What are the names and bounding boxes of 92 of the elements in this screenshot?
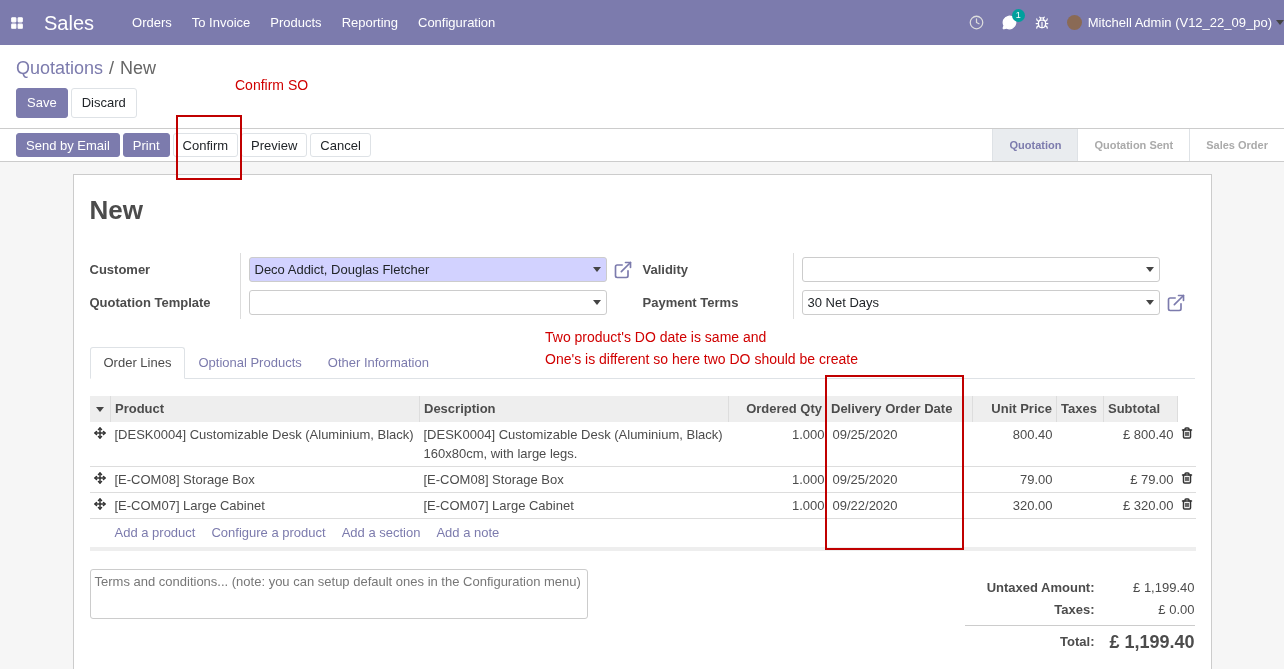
table-cell: [DESK0004] Customizable Desk (Aluminium, Black) [110,422,420,467]
form-tab[interactable]: Order Lines [89,347,186,379]
caret-icon [1145,267,1154,272]
menu-item[interactable]: Products [270,12,322,33]
select-field[interactable]: Deco Addict, Douglas Fletcher [248,257,607,282]
column-header[interactable]: Unit Price [972,396,1057,422]
action-button[interactable]: Send by Email [16,133,120,157]
annotation-text: One's is different so here two DO should be create [545,350,858,369]
action-button[interactable]: Cancel [310,133,371,157]
add-line-link[interactable]: Add a section [341,523,421,543]
form-button[interactable]: Discard [70,88,137,118]
form-title: New [89,194,144,225]
select-field[interactable] [248,290,607,315]
menu-item[interactable]: Orders [132,12,172,33]
external-link-icon[interactable] [1165,292,1186,313]
field-label: Quotation Template [89,293,212,312]
field-label: Customer [89,260,152,279]
menu-item[interactable]: Reporting [341,12,398,33]
annotation-text: Confirm SO [235,76,309,95]
column-header[interactable]: Taxes [1056,396,1104,422]
add-line-link[interactable]: Add a note [436,523,500,543]
column-header[interactable]: Subtotal [1103,396,1178,422]
message-count-badge: 1 [1011,9,1025,22]
action-button[interactable]: Confirm [172,133,239,157]
menu-item[interactable]: Configuration [418,12,496,33]
total-value: £ 0.00 [1157,600,1195,619]
caret-icon [95,406,104,412]
delete-icon[interactable] [1180,498,1193,510]
form-tab[interactable]: Optional Products [185,347,315,378]
action-button[interactable]: Print [122,133,170,157]
drag-handle-icon[interactable] [94,472,106,484]
select-value: Deco Addict, Douglas Fletcher [254,260,431,279]
table-cell: [E-COM08] Storage Box [110,466,420,493]
delete-icon[interactable] [1180,472,1193,484]
terms-field[interactable]: Terms and conditions... (note: you can setup default ones in the Configuration menu) [89,568,588,619]
total-label: Total: [1059,633,1095,652]
add-line-link[interactable]: Add a product [114,523,196,543]
external-link-icon[interactable] [612,259,633,280]
breadcrumb-current: New [120,57,157,80]
form-button[interactable]: Save [16,88,68,118]
action-button[interactable]: Preview [241,133,308,157]
column-header[interactable]: Ordered Qty [728,396,827,422]
caret-icon [592,267,601,272]
table-cell: 800.40 [972,422,1057,467]
select-value: 30 Net Days [807,293,881,312]
add-line-link[interactable]: Configure a product [211,523,326,543]
activity-clock-icon[interactable] [968,15,984,30]
status-stage[interactable]: Quotation [992,129,1078,161]
drag-handle-icon[interactable] [94,427,106,439]
table-cell: 1.000 [728,422,827,467]
user-avatar [1066,15,1082,30]
annotation-box [176,115,242,180]
form-tab[interactable]: Other Information [314,347,442,378]
table-cell: 320.00 [972,492,1057,519]
chat-icon[interactable] [1001,15,1017,30]
table-cell: 09/25/2020 [826,466,973,493]
total-value: £ 1,199.40 [1108,630,1195,654]
annotation-text: Two product's DO date is same and [545,328,768,347]
select-field[interactable]: 30 Net Days [801,290,1160,315]
delete-icon[interactable] [1180,427,1193,439]
table-cell: 09/25/2020 [826,422,973,467]
table-cell: £ 320.00 [1103,492,1178,519]
column-header[interactable]: Product [110,396,420,422]
column-header[interactable]: Delivery Order Date [826,396,973,422]
column-header[interactable]: Description [419,396,729,422]
table-cell: [DESK0004] Customizable Desk (Aluminium, Black) 160x80cm, with large legs. [419,422,729,467]
app-title: Sales [44,10,95,36]
drag-handle-icon[interactable] [94,498,106,510]
total-value: £ 1,199.40 [1132,578,1195,597]
breadcrumb-separator: / [109,57,115,80]
table-cell: £ 79.00 [1103,466,1178,493]
caret-icon [1276,20,1284,25]
apps-menu-icon[interactable] [10,15,24,30]
total-label: Taxes: [1053,600,1095,619]
table-cell: 1.000 [728,466,827,493]
field-label: Validity [642,260,690,279]
field-label: Payment Terms [642,293,740,312]
menu-item[interactable]: To Invoice [191,12,251,33]
user-menu[interactable]: Mitchell Admin (V12_22_09_po) [1087,12,1272,33]
table-cell: 09/22/2020 [826,492,973,519]
caret-icon [592,300,601,305]
table-cell: £ 800.40 [1103,422,1178,467]
table-cell: 79.00 [972,466,1057,493]
table-cell: [E-COM07] Large Cabinet [110,492,420,519]
total-label: Untaxed Amount: [985,578,1095,597]
table-cell: [E-COM08] Storage Box [419,466,729,493]
table-cell: 1.000 [728,492,827,519]
bug-icon[interactable] [1034,15,1049,30]
breadcrumb-link[interactable]: Quotations [16,55,104,82]
caret-icon [1145,300,1154,305]
table-cell: [E-COM07] Large Cabinet [419,492,729,519]
select-field[interactable] [801,257,1160,282]
